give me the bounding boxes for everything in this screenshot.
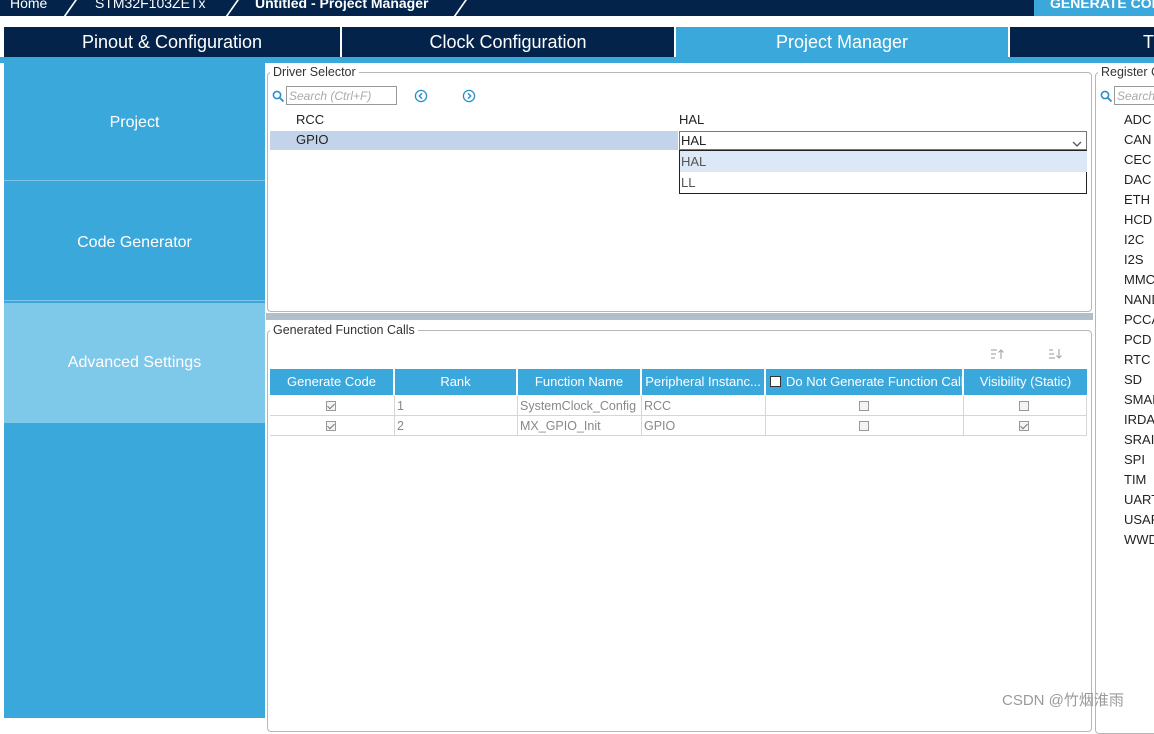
list-item[interactable]: I2S [1124, 252, 1144, 267]
list-item[interactable]: TIM [1124, 472, 1146, 487]
driver-select[interactable]: HAL [679, 131, 1087, 150]
breadcrumb-mcu[interactable]: STM32F103ZETx [95, 0, 205, 11]
list-item[interactable]: NAND [1124, 292, 1154, 307]
sidebar-item-advanced-settings[interactable]: Advanced Settings [4, 303, 265, 423]
do-not-generate-all-checkbox[interactable] [770, 376, 781, 387]
breadcrumb-home[interactable]: Home [10, 0, 47, 11]
previous-result-icon[interactable] [414, 89, 428, 106]
column-generate-code[interactable]: Generate Code [270, 369, 395, 395]
driver-dropdown-list: HAL LL [679, 150, 1087, 194]
generate-code-button[interactable]: GENERATE CODE [1034, 0, 1154, 16]
register-callback-title: Register C [1098, 65, 1154, 79]
driver-selector-title: Driver Selector [270, 65, 359, 79]
list-item[interactable]: MMC [1124, 272, 1154, 287]
generate-code-label: GENERATE CODE [1050, 0, 1154, 11]
list-item[interactable]: DAC [1124, 172, 1151, 187]
driver-search-input[interactable]: Search (Ctrl+F) [286, 86, 397, 105]
cell-generate-code [270, 416, 395, 436]
cell-function-name: SystemClock_Config [518, 396, 642, 416]
project-manager-sidebar: Project Code Generator Advanced Settings [4, 63, 265, 718]
sidebar-divider [4, 300, 265, 301]
column-function-name[interactable]: Function Name [518, 369, 642, 395]
cell-do-not-generate [766, 416, 964, 436]
list-item[interactable]: SD [1124, 372, 1142, 387]
tab-tools[interactable]: T [1010, 27, 1154, 57]
cell-rank[interactable]: 2 [395, 416, 518, 436]
sort-descending-icon[interactable] [1048, 348, 1062, 363]
chevron-down-icon[interactable] [1072, 136, 1082, 151]
cell-function-name: MX_GPIO_Init [518, 416, 642, 436]
cell-visibility [964, 416, 1087, 436]
list-item[interactable]: ADC [1124, 112, 1151, 127]
driver-row-peripheral: RCC [296, 112, 325, 127]
list-item[interactable]: IRDA [1124, 412, 1154, 427]
cell-peripheral: GPIO [642, 416, 766, 436]
register-search-input[interactable]: Search [1114, 86, 1154, 105]
do-not-generate-checkbox[interactable] [859, 421, 869, 431]
breadcrumb-separator [221, 0, 241, 16]
tab-clock-configuration[interactable]: Clock Configuration [342, 27, 674, 57]
list-item[interactable]: ETH [1124, 192, 1150, 207]
search-icon [1100, 90, 1113, 106]
list-item[interactable]: SPI [1124, 452, 1145, 467]
cell-do-not-generate [766, 396, 964, 416]
list-item[interactable]: CAN [1124, 132, 1151, 147]
column-peripheral-instance[interactable]: Peripheral Instanc... [642, 369, 766, 395]
list-item[interactable]: PCCA [1124, 312, 1154, 327]
generate-code-checkbox[interactable] [326, 401, 336, 411]
driver-row-peripheral: GPIO [296, 132, 329, 147]
dropdown-option-hal[interactable]: HAL [680, 151, 1087, 172]
list-item[interactable]: HCD [1124, 212, 1152, 227]
function-calls-title: Generated Function Calls [270, 323, 418, 337]
list-item[interactable]: PCD [1124, 332, 1151, 347]
cell-visibility [964, 396, 1087, 416]
column-visibility-static[interactable]: Visibility (Static) [964, 369, 1087, 395]
search-icon [272, 90, 285, 106]
watermark: CSDN @竹烟淮雨 [1002, 692, 1124, 709]
list-item[interactable]: UART [1124, 492, 1154, 507]
list-item[interactable]: CEC [1124, 152, 1151, 167]
panel-splitter[interactable] [266, 313, 1093, 320]
breadcrumb-current[interactable]: Untitled - Project Manager [255, 0, 428, 11]
driver-row-driver: HAL [679, 112, 705, 127]
driver-select-value: HAL [681, 133, 707, 148]
column-do-not-generate[interactable]: Do Not Generate Function Call [766, 369, 964, 395]
visibility-static-checkbox[interactable] [1019, 421, 1029, 431]
visibility-static-checkbox[interactable] [1019, 401, 1029, 411]
breadcrumb: Home STM32F103ZETx Untitled - Project Ma… [0, 0, 1154, 16]
list-item[interactable]: RTC [1124, 352, 1150, 367]
cell-rank[interactable]: 1 [395, 396, 518, 416]
driver-row-selected[interactable]: GPIO [270, 131, 678, 150]
list-item[interactable]: SRAI [1124, 432, 1154, 447]
list-item[interactable]: SMAI [1124, 392, 1154, 407]
dropdown-option-ll[interactable]: LL [680, 172, 1087, 193]
breadcrumb-separator [449, 0, 469, 16]
cell-generate-code [270, 396, 395, 416]
generate-code-checkbox[interactable] [326, 421, 336, 431]
breadcrumb-separator [59, 0, 79, 16]
next-result-icon[interactable] [462, 89, 476, 106]
column-do-not-generate-label: Do Not Generate Function Call [786, 374, 964, 389]
sidebar-item-project[interactable]: Project [4, 63, 265, 180]
column-rank[interactable]: Rank [395, 369, 518, 395]
tab-project-manager[interactable]: Project Manager [676, 27, 1008, 57]
do-not-generate-checkbox[interactable] [859, 401, 869, 411]
list-item[interactable]: WWD [1124, 532, 1154, 547]
driver-row[interactable]: RCC HAL [270, 110, 1090, 130]
sort-ascending-icon[interactable] [990, 348, 1004, 363]
tab-pinout-configuration[interactable]: Pinout & Configuration [4, 27, 340, 57]
sidebar-item-code-generator[interactable]: Code Generator [4, 181, 265, 300]
main-tabs: Pinout & Configuration Clock Configurati… [0, 16, 1154, 63]
cell-peripheral: RCC [642, 396, 766, 416]
list-item[interactable]: I2C [1124, 232, 1144, 247]
list-item[interactable]: USAR [1124, 512, 1154, 527]
